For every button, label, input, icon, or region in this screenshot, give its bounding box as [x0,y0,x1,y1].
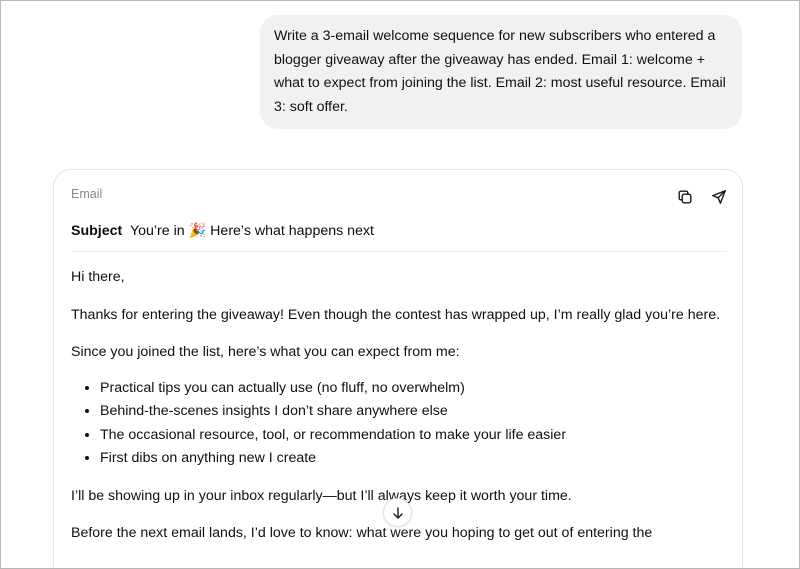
list-item: Behind-the-scenes insights I don’t share… [100,400,727,424]
user-message-text: Write a 3-email welcome sequence for new… [274,28,726,115]
user-message-bubble: Write a 3-email welcome sequence for new… [260,15,742,129]
email-card-actions [672,184,732,210]
copy-button[interactable] [672,184,698,210]
email-card-label: Email [71,187,103,201]
send-icon [712,190,726,204]
email-subject-row: Subject You’re in 🎉 Here’s what happens … [71,222,727,252]
copy-icon [678,190,692,204]
subject-value: You’re in 🎉 Here’s what happens next [129,223,374,239]
email-paragraph-1: Thanks for entering the giveaway! Even t… [71,306,721,323]
email-bullet-list: Practical tips you can actually use (no … [71,377,727,471]
email-paragraph-2: Since you joined the list, here’s what y… [71,344,460,360]
list-item: First dibs on anything new I create [100,447,727,471]
chat-window: Write a 3-email welcome sequence for new… [0,0,800,569]
arrow-down-icon [392,506,403,519]
scroll-to-bottom-button[interactable] [383,498,412,527]
send-button[interactable] [706,184,732,210]
subject-label: Subject [71,223,123,239]
list-item: The occasional resource, tool, or recomm… [100,424,727,448]
list-item: Practical tips you can actually use (no … [100,377,727,401]
email-greeting: Hi there, [71,269,125,285]
